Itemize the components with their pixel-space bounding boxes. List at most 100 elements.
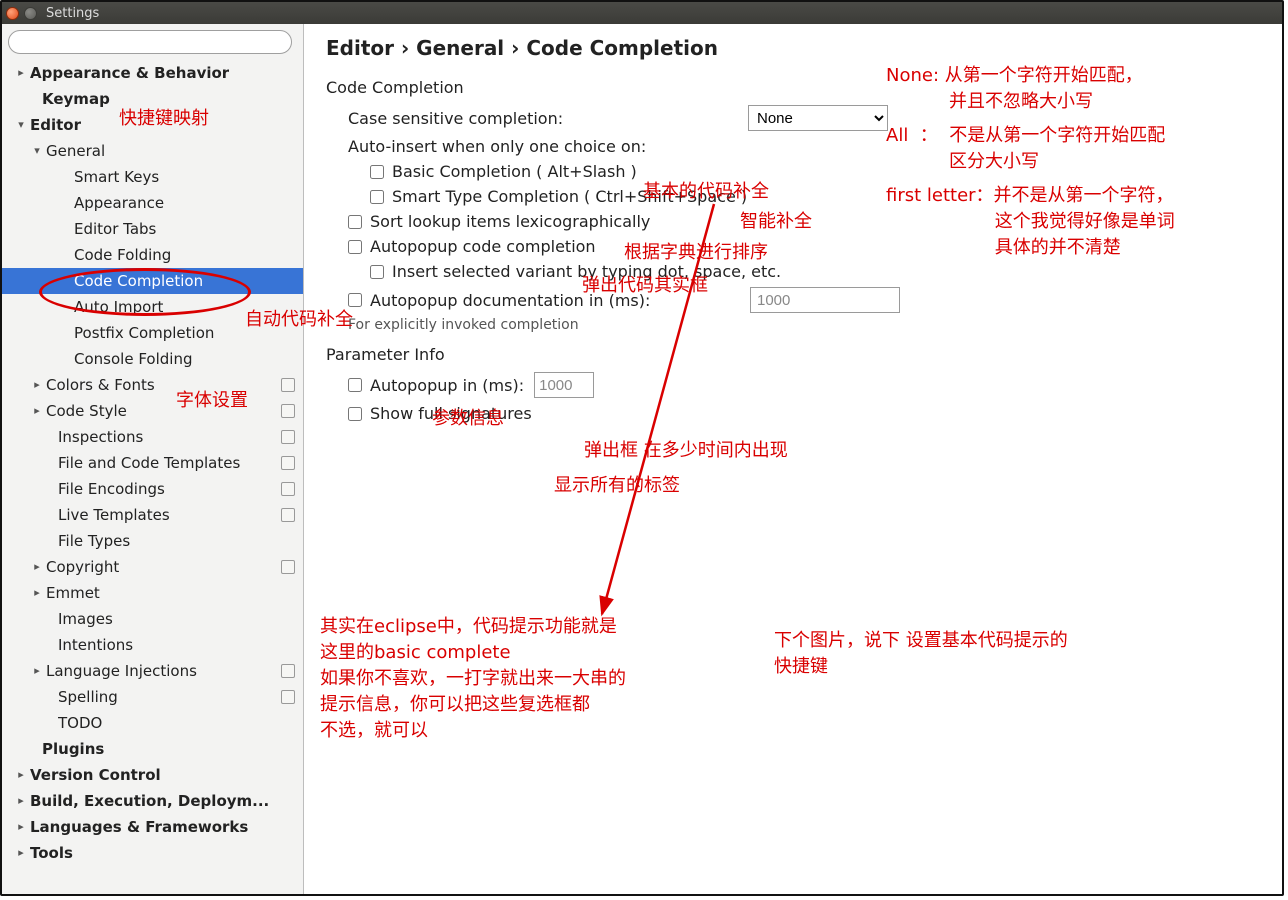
tree-item-label: Postfix Completion — [74, 320, 214, 346]
tree-item-label: Code Style — [46, 398, 127, 424]
tree-item[interactable]: ▸Languages & Frameworks — [2, 814, 303, 840]
tree-item[interactable]: Code Folding — [2, 242, 303, 268]
tree-item[interactable]: Console Folding — [2, 346, 303, 372]
input-autodoc-ms[interactable] — [750, 287, 900, 313]
tree-item-label: Copyright — [46, 554, 119, 580]
section-param-info: Parameter Info — [326, 345, 1260, 364]
case-sensitive-select[interactable]: None — [748, 105, 888, 131]
chk-param-auto[interactable] — [348, 378, 362, 392]
tree-item-label: Languages & Frameworks — [30, 814, 248, 840]
tree-item[interactable]: Postfix Completion — [2, 320, 303, 346]
tree-item[interactable]: ▸Colors & Fonts — [2, 372, 303, 398]
tree-item[interactable]: Spelling — [2, 684, 303, 710]
tree-item-label: Appearance — [74, 190, 164, 216]
tree-item-badge-icon — [281, 404, 295, 418]
anno-para1: 其实在eclipse中，代码提示功能就是 这里的basic complete 如… — [320, 614, 626, 744]
tree-item-label: File Encodings — [58, 476, 165, 502]
tree-item[interactable]: Live Templates — [2, 502, 303, 528]
chk-autodoc[interactable] — [348, 293, 362, 307]
tree-item[interactable]: Keymap — [2, 86, 303, 112]
tree-item-label: Console Folding — [74, 346, 192, 372]
label-smart-completion: Smart Type Completion ( Ctrl+Shift+Space… — [392, 187, 747, 206]
label-autodoc: Autopopup documentation in (ms): — [370, 291, 750, 310]
window-close-icon[interactable] — [6, 7, 19, 20]
tree-arrow-icon: ▸ — [16, 788, 26, 814]
label-show-full: Show full signatures — [370, 404, 532, 423]
tree-item[interactable]: Images — [2, 606, 303, 632]
tree-item[interactable]: ▸Tools — [2, 840, 303, 866]
tree-item-label: Live Templates — [58, 502, 170, 528]
tree-item[interactable]: Inspections — [2, 424, 303, 450]
tree-item-label: Inspections — [58, 424, 143, 450]
tree-item-badge-icon — [281, 508, 295, 522]
tree-arrow-icon: ▸ — [16, 814, 26, 840]
tree-item-label: Images — [58, 606, 113, 632]
tree-arrow-icon: ▸ — [32, 580, 42, 606]
tree-item-badge-icon — [281, 430, 295, 444]
tree-item-label: Emmet — [46, 580, 100, 606]
tree-item[interactable]: ▸Build, Execution, Deploym... — [2, 788, 303, 814]
settings-tree: ▸Appearance & BehaviorKeymap▾Editor▾Gene… — [2, 58, 303, 894]
tree-arrow-icon: ▾ — [16, 112, 26, 138]
window-minimize-icon[interactable] — [24, 7, 37, 20]
tree-item[interactable]: Intentions — [2, 632, 303, 658]
chk-sort-lex[interactable] — [348, 215, 362, 229]
tree-item-label: File and Code Templates — [58, 450, 240, 476]
tree-item[interactable]: ▸Emmet — [2, 580, 303, 606]
tree-item-label: Colors & Fonts — [46, 372, 155, 398]
tree-item-badge-icon — [281, 560, 295, 574]
chk-insert-variant[interactable] — [370, 265, 384, 279]
tree-item-label: File Types — [58, 528, 130, 554]
tree-item[interactable]: ▾Editor — [2, 112, 303, 138]
breadcrumb: Editor › General › Code Completion — [326, 36, 1260, 60]
tree-item[interactable]: Code Completion — [2, 268, 303, 294]
label-case-sensitive: Case sensitive completion: — [348, 109, 748, 128]
tree-item[interactable]: ▸Language Injections — [2, 658, 303, 684]
anno-para2: 下个图片，说下 设置基本代码提示的 快捷键 — [774, 628, 1068, 680]
chk-show-full[interactable] — [348, 407, 362, 421]
tree-item-badge-icon — [281, 456, 295, 470]
chk-basic-completion[interactable] — [370, 165, 384, 179]
window-title: Settings — [46, 6, 99, 21]
tree-item[interactable]: File and Code Templates — [2, 450, 303, 476]
settings-search-input[interactable] — [8, 30, 292, 54]
input-param-ms[interactable] — [534, 372, 594, 398]
tree-item[interactable]: Plugins — [2, 736, 303, 762]
tree-arrow-icon: ▸ — [32, 554, 42, 580]
tree-item[interactable]: ▸Appearance & Behavior — [2, 60, 303, 86]
tree-item[interactable]: File Encodings — [2, 476, 303, 502]
tree-item[interactable]: Appearance — [2, 190, 303, 216]
tree-arrow-icon: ▸ — [16, 60, 26, 86]
tree-item-label: TODO — [58, 710, 102, 736]
tree-arrow-icon: ▸ — [32, 398, 42, 424]
tree-item-label: Appearance & Behavior — [30, 60, 229, 86]
chk-autopopup-code[interactable] — [348, 240, 362, 254]
anno-full-sig: 显示所有的标签 — [554, 473, 680, 499]
tree-item[interactable]: Smart Keys — [2, 164, 303, 190]
tree-item-label: Code Folding — [74, 242, 171, 268]
tree-item-label: Code Completion — [74, 268, 203, 294]
tree-arrow-icon: ▸ — [32, 372, 42, 398]
settings-content: Editor › General › Code Completion Code … — [304, 24, 1282, 894]
label-auto-insert: Auto-insert when only one choice on: — [348, 137, 646, 156]
chk-smart-completion[interactable] — [370, 190, 384, 204]
tree-item-label: Intentions — [58, 632, 133, 658]
tree-item[interactable]: ▸Copyright — [2, 554, 303, 580]
tree-item-label: Smart Keys — [74, 164, 159, 190]
label-param-auto: Autopopup in (ms): — [370, 376, 524, 395]
tree-item-badge-icon — [281, 378, 295, 392]
tree-item[interactable]: Auto Import — [2, 294, 303, 320]
tree-item-label: Editor — [30, 112, 81, 138]
tree-item[interactable]: ▾General — [2, 138, 303, 164]
tree-item[interactable]: ▸Version Control — [2, 762, 303, 788]
tree-item-label: Keymap — [42, 86, 110, 112]
label-basic-completion: Basic Completion ( Alt+Slash ) — [392, 162, 637, 181]
tree-item[interactable]: ▸Code Style — [2, 398, 303, 424]
tree-item[interactable]: TODO — [2, 710, 303, 736]
tree-item-badge-icon — [281, 690, 295, 704]
tree-item-badge-icon — [281, 664, 295, 678]
tree-item[interactable]: File Types — [2, 528, 303, 554]
tree-item-label: Plugins — [42, 736, 104, 762]
tree-item[interactable]: Editor Tabs — [2, 216, 303, 242]
settings-sidebar: ▸Appearance & BehaviorKeymap▾Editor▾Gene… — [2, 24, 304, 894]
